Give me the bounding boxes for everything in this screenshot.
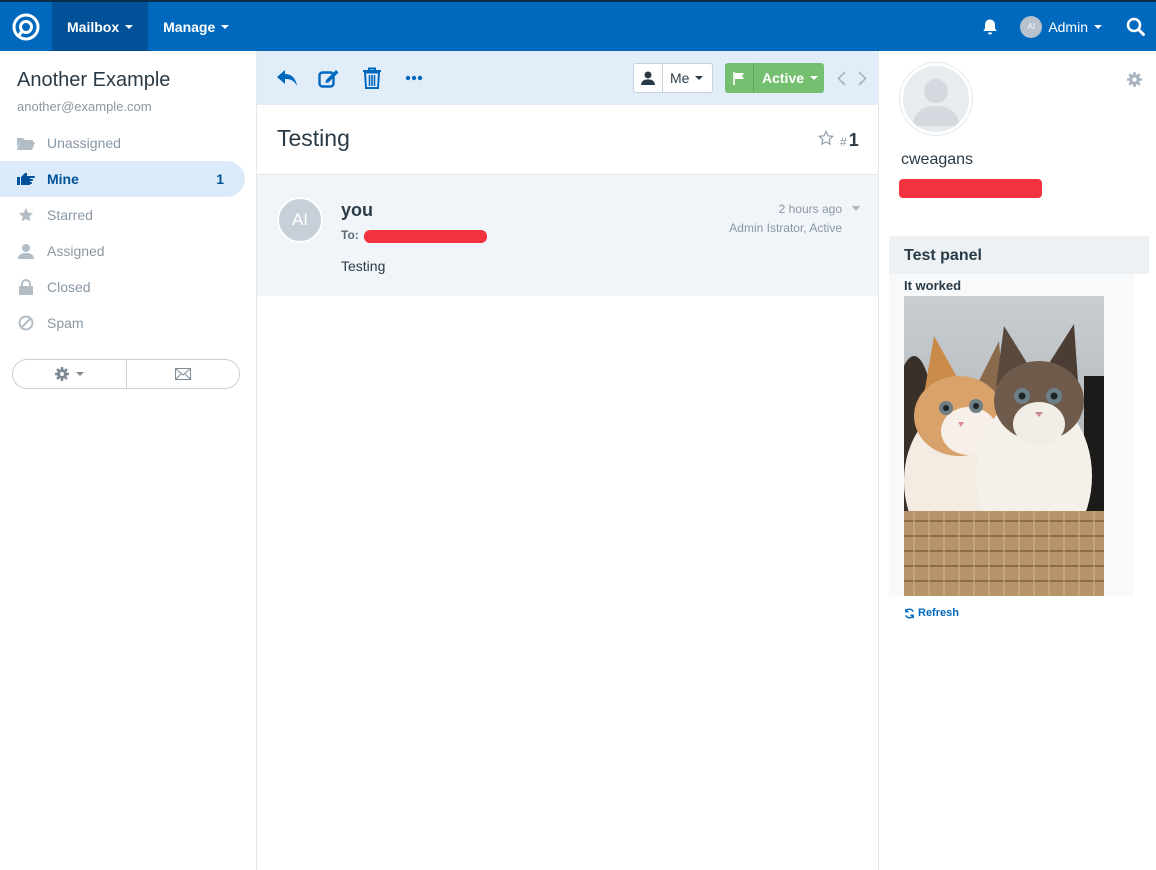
reply-icon[interactable] bbox=[275, 66, 299, 90]
folder-count: 1 bbox=[216, 171, 224, 187]
folder-label: Spam bbox=[47, 315, 84, 331]
trash-icon[interactable] bbox=[360, 66, 384, 90]
mailbox-name: Another Example bbox=[17, 69, 171, 91]
conversation-toolbar: Me Active bbox=[257, 51, 878, 105]
refresh-link[interactable]: Refresh bbox=[904, 607, 959, 619]
user-icon bbox=[17, 242, 35, 260]
test-panel-header: Test panel bbox=[889, 236, 1149, 274]
caret-down-icon bbox=[221, 24, 230, 29]
conversation-number: #1 bbox=[840, 130, 859, 151]
thread-from: you bbox=[341, 200, 374, 220]
thread-body: Testing bbox=[341, 258, 386, 274]
flag-icon bbox=[725, 63, 754, 93]
gear-icon[interactable] bbox=[1126, 71, 1143, 88]
conversation-subject: Testing bbox=[277, 125, 350, 151]
refresh-label: Refresh bbox=[918, 607, 959, 619]
status-label: Active bbox=[762, 70, 805, 86]
folder-label: Mine bbox=[47, 171, 79, 187]
caret-down-icon bbox=[1094, 24, 1102, 29]
folder-starred[interactable]: Starred bbox=[0, 197, 245, 233]
mailbox-email: another@example.com bbox=[17, 99, 152, 114]
folder-label: Unassigned bbox=[47, 135, 121, 151]
conversation-view: Me Active Testing #1 AI you To: Testing … bbox=[256, 51, 879, 870]
folder-open-icon bbox=[17, 134, 35, 152]
thread-to-label: To: bbox=[341, 228, 359, 242]
mailbox-settings-button[interactable] bbox=[13, 360, 126, 388]
test-panel-body: It worked bbox=[889, 274, 1134, 596]
search-icon[interactable] bbox=[1114, 2, 1156, 51]
thread-meta: Admin Istrator, Active bbox=[729, 221, 842, 235]
assignee-label: Me bbox=[670, 70, 690, 86]
subject-row: Testing #1 bbox=[257, 105, 878, 175]
more-actions-icon[interactable] bbox=[402, 66, 426, 90]
freescout-logo-icon[interactable] bbox=[0, 2, 52, 51]
ban-icon bbox=[17, 314, 35, 332]
redacted-recipient bbox=[364, 230, 487, 243]
folder-label: Starred bbox=[47, 207, 93, 223]
hash-symbol: # bbox=[840, 135, 847, 149]
user-menu[interactable]: AI Admin bbox=[1010, 2, 1114, 51]
customer-sidebar: cweagans Test panel It worked Refresh bbox=[879, 51, 1156, 870]
thread-menu-caret-icon[interactable] bbox=[852, 206, 860, 211]
redacted-customer-email bbox=[899, 179, 1042, 198]
folder-spam[interactable]: Spam bbox=[0, 305, 245, 341]
gear-icon bbox=[55, 367, 70, 381]
folder-label: Assigned bbox=[47, 243, 105, 259]
user-menu-label: Admin bbox=[1048, 18, 1088, 35]
caret-down-icon bbox=[810, 76, 819, 80]
hand-pointer-icon bbox=[17, 170, 35, 188]
conversation-number-value: 1 bbox=[848, 130, 859, 150]
folder-unassigned[interactable]: Unassigned bbox=[0, 125, 245, 161]
chevron-left-icon[interactable] bbox=[835, 69, 847, 87]
assignee-dropdown[interactable]: Me bbox=[633, 63, 713, 93]
caret-down-icon bbox=[125, 24, 134, 29]
caret-down-icon bbox=[695, 76, 704, 80]
sender-avatar: AI bbox=[277, 197, 323, 243]
manage-menu-label: Manage bbox=[163, 18, 216, 35]
panel-title: Test panel bbox=[904, 247, 982, 264]
thread-item: AI you To: Testing 2 hours ago Admin Ist… bbox=[257, 175, 878, 296]
folder-closed[interactable]: Closed bbox=[0, 269, 245, 305]
user-icon bbox=[634, 64, 663, 92]
status-dropdown[interactable]: Active bbox=[725, 63, 824, 93]
caret-down-icon bbox=[76, 372, 85, 376]
folder-label: Closed bbox=[47, 279, 91, 295]
lock-icon bbox=[17, 278, 35, 296]
notifications-bell-icon[interactable] bbox=[970, 2, 1010, 51]
kittens-image bbox=[904, 296, 1104, 596]
thread-time: 2 hours ago bbox=[778, 202, 842, 216]
edit-note-icon[interactable] bbox=[317, 66, 341, 90]
star-icon[interactable] bbox=[818, 130, 834, 146]
refresh-icon bbox=[905, 607, 914, 619]
folder-mine[interactable]: Mine 1 bbox=[0, 161, 245, 197]
manage-menu[interactable]: Manage bbox=[148, 2, 244, 51]
mailbox-sidebar: Another Example another@example.com Unas… bbox=[0, 51, 256, 870]
customer-avatar bbox=[900, 63, 972, 135]
panel-text: It worked bbox=[904, 278, 962, 293]
folder-assigned[interactable]: Assigned bbox=[0, 233, 245, 269]
user-avatar: AI bbox=[1020, 15, 1043, 38]
star-icon bbox=[17, 206, 35, 224]
envelope-icon bbox=[174, 368, 191, 380]
folder-list: Unassigned Mine 1 Starred Assigned Close… bbox=[0, 125, 245, 341]
customer-name: cweagans bbox=[901, 151, 974, 168]
chevron-right-icon[interactable] bbox=[856, 69, 868, 87]
sidebar-actions bbox=[12, 359, 240, 389]
mailbox-menu-label: Mailbox bbox=[67, 18, 120, 35]
top-navbar: Mailbox Manage AI Admin bbox=[0, 0, 1156, 51]
new-conversation-button[interactable] bbox=[125, 360, 240, 388]
mailbox-menu[interactable]: Mailbox bbox=[52, 2, 149, 51]
